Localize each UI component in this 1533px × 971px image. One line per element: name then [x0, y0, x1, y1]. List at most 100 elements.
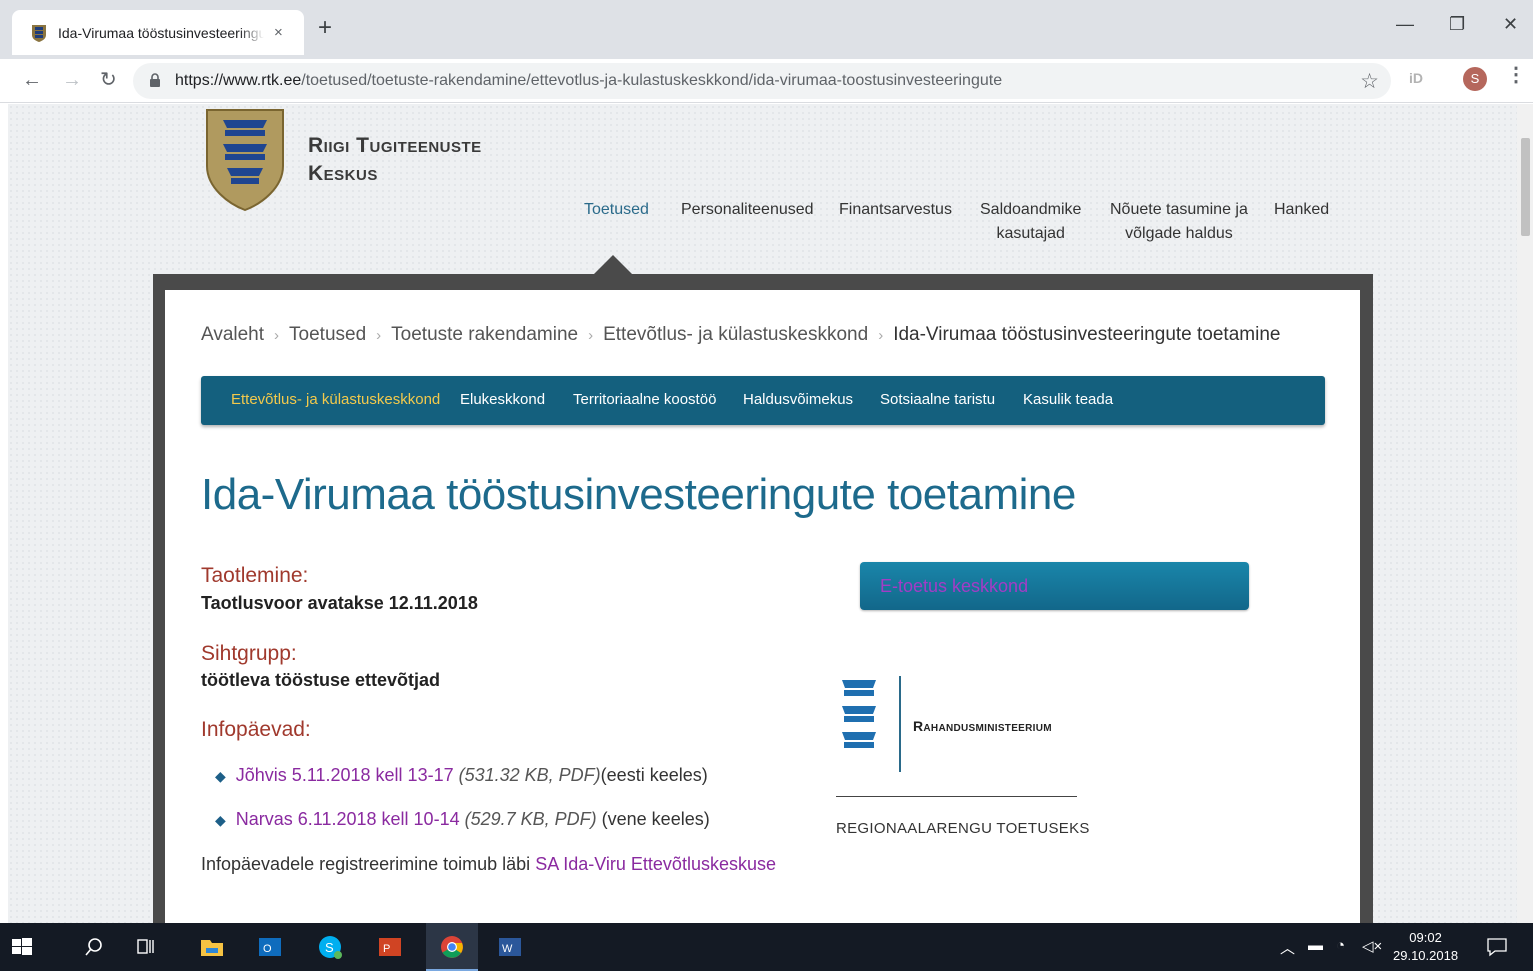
new-tab-button[interactable]: + — [318, 16, 332, 40]
infopaevad-label: Infopäevad: — [201, 718, 311, 741]
nav-label-2: võlgade haldus — [1125, 225, 1233, 242]
page-title: Ida-Virumaa tööstusinvesteeringute toeta… — [201, 470, 1076, 519]
browser-toolbar: ← → ↻ https://www.rtk.ee/toetused/toetus… — [0, 59, 1533, 103]
list-item: ◆ Jõhvis 5.11.2018 kell 13-17 (531.32 KB,… — [215, 765, 708, 786]
nav-finantsarvestus[interactable]: Finantsarvestus — [839, 198, 952, 222]
svg-text:O: O — [263, 943, 272, 955]
lock-icon — [150, 73, 160, 87]
address-bar[interactable]: https://www.rtk.ee/toetused/toetuste-rak… — [133, 63, 1391, 99]
infoday-link-johvi[interactable]: Jõhvis 5.11.2018 kell 13-17 — [236, 765, 454, 785]
url-host: https://www.rtk.ee — [175, 72, 302, 89]
ministry-divider — [899, 676, 901, 772]
word-icon[interactable]: W — [498, 935, 522, 959]
section-subnav: Ettevõtlus- ja külastuskeskkond Elukeskk… — [201, 376, 1325, 425]
registration-prefix: Infopäevadele registreerimine toimub läb… — [201, 854, 536, 874]
nav-saldoandmike-kasutajad[interactable]: Saldoandmike kasutajad — [980, 198, 1081, 246]
powerpoint-icon[interactable]: P — [378, 935, 402, 959]
svg-text:P: P — [383, 943, 390, 955]
taotlemine-label: Taotlemine: — [201, 564, 309, 587]
minimize-button[interactable]: — — [1396, 14, 1414, 34]
tab-close-icon[interactable]: × — [274, 24, 283, 41]
nav-label: Personaliteenused — [681, 201, 814, 218]
breadcrumb-current: Ida-Virumaa tööstusinvesteeringute toeta… — [893, 324, 1281, 345]
ministry-rule — [836, 796, 1077, 797]
browser-tab-bar: Ida-Virumaa tööstusinvesteeringute toeta… — [0, 0, 1533, 59]
diamond-bullet-icon: ◆ — [215, 812, 226, 828]
task-view-icon[interactable] — [136, 935, 156, 959]
search-icon[interactable] — [84, 935, 104, 959]
id-extension-icon[interactable]: iD — [1409, 70, 1423, 86]
page-viewport: Riigi Tugiteenuste Keskus Toetused Perso… — [8, 104, 1517, 923]
battery-icon[interactable]: ▬ — [1308, 937, 1323, 954]
registration-text: Infopäevadele registreerimine toimub läb… — [201, 854, 776, 875]
chrome-taskbar-slot[interactable] — [426, 923, 478, 971]
subnav-territoriaalne[interactable]: Territoriaalne koostöö — [573, 391, 716, 408]
nav-personaliteenused[interactable]: Personaliteenused — [681, 198, 814, 222]
forward-icon[interactable]: → — [62, 69, 82, 91]
registration-link[interactable]: SA Ida-Viru Ettevõtluskeskuse — [535, 854, 776, 874]
reload-icon[interactable]: ↻ — [100, 69, 117, 91]
windows-taskbar: O S P W ︿ ▬ ◔ ◁× 09:02 29.10.2018 — [0, 923, 1533, 971]
back-icon[interactable]: ← — [22, 69, 42, 91]
file-meta: (529.7 KB, PDF) — [464, 809, 597, 829]
clock-time: 09:02 — [1409, 930, 1442, 945]
nav-label: Hanked — [1274, 201, 1330, 218]
ministry-lions-logo — [842, 680, 876, 748]
language-note: (vene keeles) — [596, 809, 710, 829]
site-brand[interactable]: Riigi Tugiteenuste Keskus — [308, 132, 482, 188]
nav-label: Toetused — [584, 201, 649, 218]
breadcrumb-item[interactable]: Avaleht — [201, 324, 264, 345]
outlook-icon[interactable]: O — [258, 935, 282, 959]
volume-icon[interactable]: ◁× — [1362, 937, 1382, 955]
nav-active-indicator — [593, 255, 633, 275]
infoday-link-narva[interactable]: Narvas 6.11.2018 kell 10-14 — [236, 809, 460, 829]
file-meta: (531.32 KB, PDF) — [458, 765, 601, 785]
tab-title: Ida-Virumaa tööstusinvesteeringute toeta… — [58, 24, 264, 41]
browser-menu-icon[interactable]: ⋮ — [1506, 65, 1526, 85]
action-center-icon[interactable] — [1486, 935, 1508, 959]
file-explorer-icon[interactable] — [200, 935, 224, 959]
scrollbar-thumb[interactable] — [1521, 138, 1530, 236]
list-item: ◆ Narvas 6.11.2018 kell 10-14 (529.7 KB, … — [215, 809, 710, 830]
brand-line-1: Riigi Tugiteenuste — [308, 134, 482, 157]
vertical-scrollbar[interactable] — [1517, 104, 1533, 923]
sihtgrupp-label: Sihtgrupp: — [201, 642, 297, 665]
breadcrumb-separator: › — [878, 327, 884, 344]
system-clock[interactable]: 09:02 29.10.2018 — [1393, 929, 1458, 965]
etoetus-button[interactable]: E-toetus keskkond — [860, 562, 1249, 610]
browser-tab[interactable]: Ida-Virumaa tööstusinvesteeringute toeta… — [12, 10, 304, 55]
subnav-haldusvoimekus[interactable]: Haldusvõimekus — [743, 391, 853, 408]
breadcrumb: Avaleht › Toetused › Toetuste rakendamine › Et… — [201, 324, 1280, 346]
regional-development-caption: REGIONAALARENGU TOETUSEKS — [836, 820, 1090, 837]
sihtgrupp-value: töötleva tööstuse ettevõtjad — [201, 670, 441, 690]
subnav-ettevotlus[interactable]: Ettevõtlus- ja külastuskeskkond — [231, 391, 440, 408]
bookmark-star-icon[interactable]: ☆ — [1360, 69, 1379, 94]
nav-nouete-tasumine[interactable]: Nõuete tasumine ja võlgade haldus — [1110, 198, 1248, 246]
subnav-sotsiaalne-taristu[interactable]: Sotsiaalne taristu — [880, 391, 995, 408]
wifi-icon[interactable]: ◔ — [1336, 937, 1345, 954]
breadcrumb-separator: › — [274, 327, 280, 344]
subnav-kasulik-teada[interactable]: Kasulik teada — [1023, 391, 1113, 408]
subnav-elukeskkond[interactable]: Elukeskkond — [460, 391, 545, 408]
tray-chevron-icon[interactable]: ︿ — [1280, 937, 1295, 958]
nav-label-2: kasutajad — [996, 225, 1065, 242]
breadcrumb-item[interactable]: Toetuste rakendamine — [391, 324, 578, 345]
skype-icon[interactable]: S — [318, 935, 342, 959]
url-path: /toetused/toetuste-rakendamine/ettevotlu… — [301, 72, 1003, 89]
windows-start-icon[interactable] — [12, 935, 32, 959]
nav-hanked[interactable]: Hanked — [1274, 198, 1329, 222]
nav-toetused[interactable]: Toetused — [584, 198, 649, 222]
coat-of-arms-logo[interactable] — [203, 106, 287, 212]
breadcrumb-separator: › — [376, 327, 382, 344]
nav-label: Finantsarvestus — [839, 201, 952, 218]
restore-button[interactable]: ❐ — [1449, 14, 1465, 34]
breadcrumb-item[interactable]: Ettevõtlus- ja külastuskeskkond — [603, 324, 868, 345]
ministry-name: Rahandusministeerium — [913, 718, 1052, 734]
svg-text:W: W — [502, 943, 513, 955]
chrome-icon — [441, 936, 463, 958]
profile-avatar[interactable]: S — [1463, 67, 1487, 91]
nav-label: Saldoandmike — [980, 201, 1082, 218]
breadcrumb-item[interactable]: Toetused — [289, 324, 366, 345]
close-window-button[interactable]: ✕ — [1503, 14, 1518, 34]
diamond-bullet-icon: ◆ — [215, 768, 226, 784]
